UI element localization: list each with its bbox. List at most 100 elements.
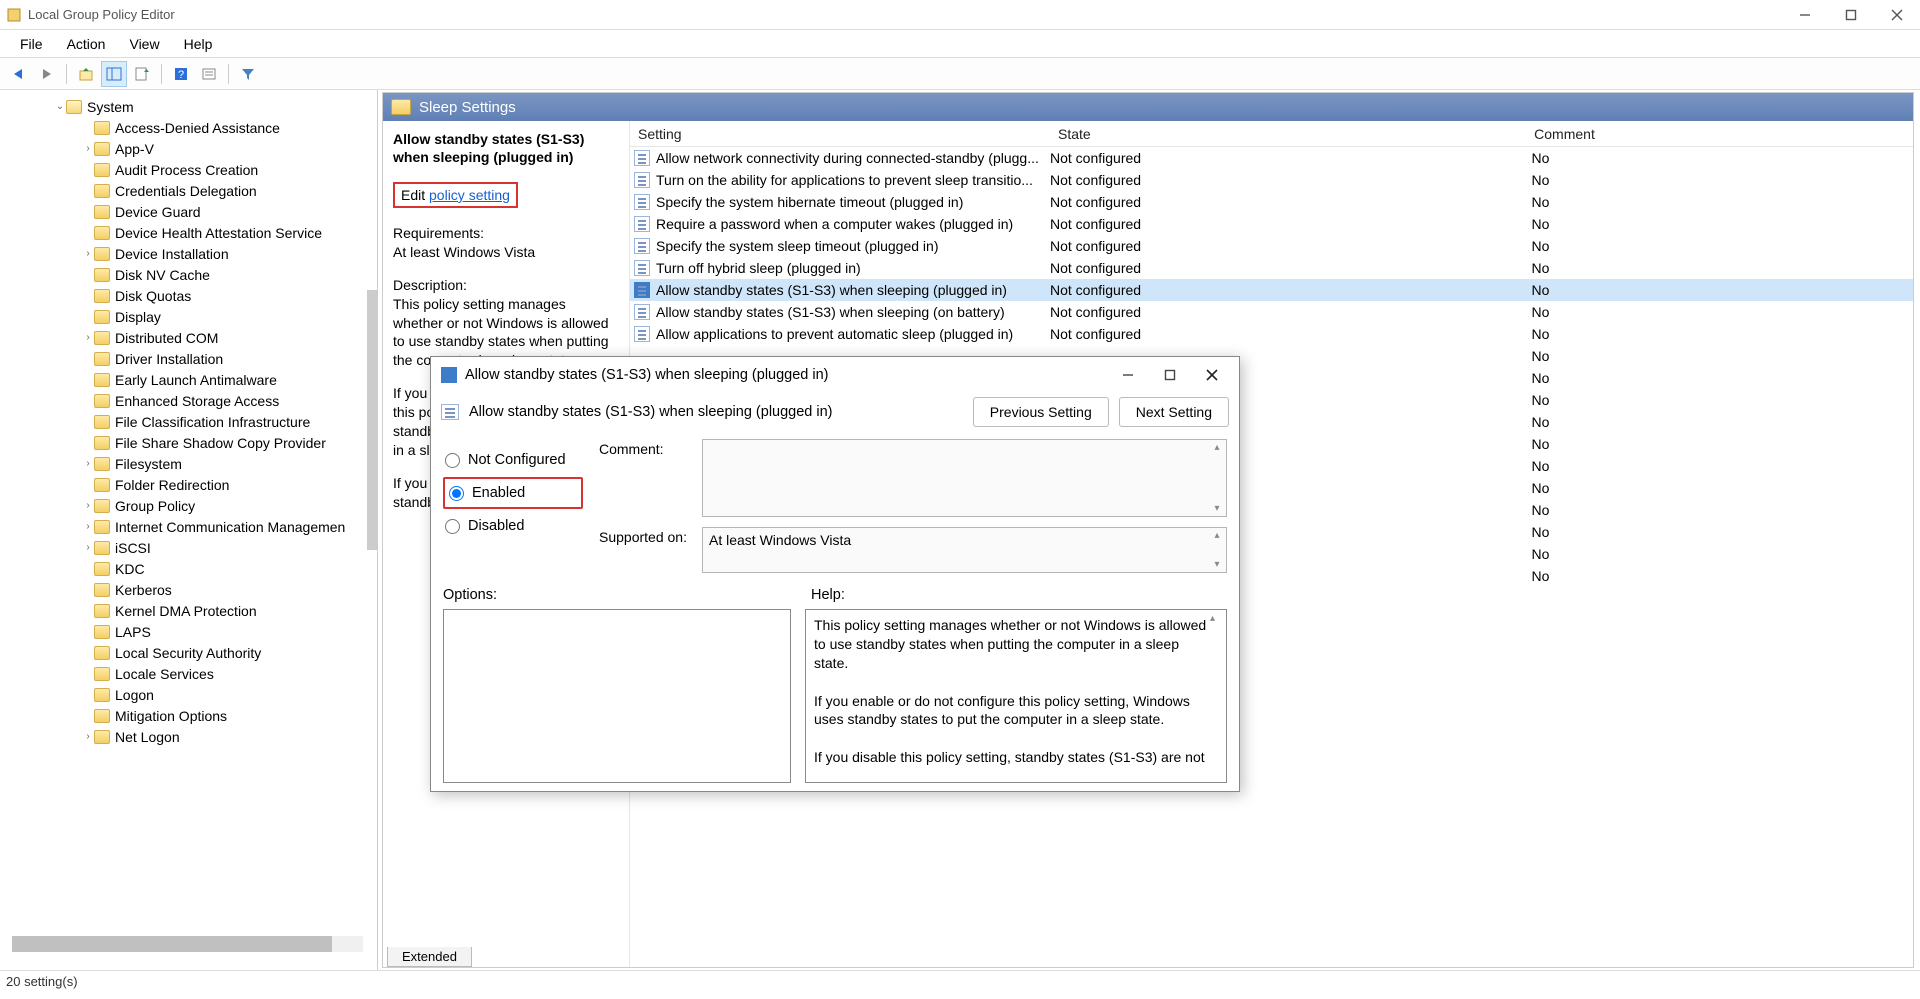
dialog-body: Not Configured Enabled Disabled Comment:	[431, 437, 1239, 791]
menu-help[interactable]: Help	[172, 32, 225, 56]
chevron-right-icon[interactable]: ›	[82, 248, 94, 259]
options-panel[interactable]	[443, 609, 791, 783]
chevron-right-icon[interactable]: ›	[82, 458, 94, 469]
tree-node[interactable]: Folder Redirection	[0, 474, 377, 495]
tree-node[interactable]: ›Net Logon	[0, 726, 377, 747]
tree-node[interactable]: Display	[0, 306, 377, 327]
tree-node[interactable]: Mitigation Options	[0, 705, 377, 726]
radio-disabled[interactable]: Disabled	[443, 511, 583, 541]
properties-button[interactable]	[196, 61, 222, 87]
tree-node[interactable]: File Classification Infrastructure	[0, 411, 377, 432]
maximize-button[interactable]	[1828, 0, 1874, 30]
tree-node[interactable]: ›Distributed COM	[0, 327, 377, 348]
tree-node[interactable]: Kerberos	[0, 579, 377, 600]
chevron-right-icon[interactable]: ›	[82, 332, 94, 343]
minimize-button[interactable]	[1782, 0, 1828, 30]
options-label: Options:	[443, 587, 791, 603]
scrollbar[interactable]: ▴▾	[1210, 530, 1224, 570]
close-button[interactable]	[1874, 0, 1920, 30]
tree-label: Disk Quotas	[115, 288, 191, 304]
tree-node[interactable]: File Share Shadow Copy Provider	[0, 432, 377, 453]
scrollbar-thumb[interactable]	[12, 936, 332, 952]
chevron-right-icon[interactable]: ›	[82, 500, 94, 511]
setting-row[interactable]: Specify the system hibernate timeout (pl…	[630, 191, 1913, 213]
up-button[interactable]	[73, 61, 99, 87]
col-state[interactable]: State	[1050, 126, 1208, 142]
tree-scroll[interactable]: ⌄ System Access-Denied Assistance›App-VA…	[0, 90, 377, 970]
setting-row[interactable]: Specify the system sleep timeout (plugge…	[630, 235, 1913, 257]
radio-not-configured-input[interactable]	[445, 453, 460, 468]
forward-button[interactable]	[34, 61, 60, 87]
tree-node[interactable]: Audit Process Creation	[0, 159, 377, 180]
radio-enabled-label: Enabled	[472, 485, 525, 501]
tree-node-system[interactable]: ⌄ System	[0, 96, 377, 117]
setting-row[interactable]: Turn off hybrid sleep (plugged in)Not co…	[630, 257, 1913, 279]
tree-node[interactable]: Enhanced Storage Access	[0, 390, 377, 411]
setting-row[interactable]: Require a password when a computer wakes…	[630, 213, 1913, 235]
tree-node[interactable]: Device Guard	[0, 201, 377, 222]
menu-file[interactable]: File	[8, 32, 55, 56]
toolbar: ?	[0, 58, 1920, 90]
toolbar-separator	[228, 64, 229, 84]
folder-icon	[94, 646, 110, 660]
previous-setting-button[interactable]: Previous Setting	[973, 397, 1109, 427]
cell-setting: Require a password when a computer wakes…	[656, 216, 1050, 232]
next-setting-button[interactable]: Next Setting	[1119, 397, 1229, 427]
filter-button[interactable]	[235, 61, 261, 87]
chevron-right-icon[interactable]: ›	[82, 542, 94, 553]
menu-action[interactable]: Action	[55, 32, 118, 56]
dialog-close-button[interactable]	[1191, 361, 1233, 389]
setting-row[interactable]: Allow applications to prevent automatic …	[630, 323, 1913, 345]
chevron-down-icon[interactable]: ⌄	[54, 101, 66, 112]
tree-node[interactable]: Kernel DMA Protection	[0, 600, 377, 621]
tree-node[interactable]: ›Filesystem	[0, 453, 377, 474]
setting-row[interactable]: Turn on the ability for applications to …	[630, 169, 1913, 191]
tree-node[interactable]: Credentials Delegation	[0, 180, 377, 201]
setting-row[interactable]: Allow standby states (S1-S3) when sleepi…	[630, 301, 1913, 323]
scrollbar[interactable]: ▴	[1210, 612, 1224, 626]
tree-node[interactable]: LAPS	[0, 621, 377, 642]
col-comment[interactable]: Comment	[1208, 126, 1913, 142]
comment-textarea[interactable]: ▴▾	[702, 439, 1227, 517]
tree-node[interactable]: Logon	[0, 684, 377, 705]
tree-node[interactable]: Access-Denied Assistance	[0, 117, 377, 138]
radio-enabled-input[interactable]	[449, 486, 464, 501]
menu-view[interactable]: View	[117, 32, 171, 56]
tab-extended[interactable]: Extended	[387, 947, 472, 967]
tree-hscrollbar[interactable]	[12, 936, 363, 952]
folder-icon	[94, 520, 110, 534]
chevron-right-icon[interactable]: ›	[82, 143, 94, 154]
col-setting[interactable]: Setting	[630, 126, 1050, 142]
tree-node[interactable]: Device Health Attestation Service	[0, 222, 377, 243]
edit-policy-link[interactable]: policy setting	[429, 187, 510, 203]
dialog-maximize-button[interactable]	[1149, 361, 1191, 389]
tree-node[interactable]: ›iSCSI	[0, 537, 377, 558]
tree-node[interactable]: ›Group Policy	[0, 495, 377, 516]
scrollbar[interactable]: ▴▾	[1210, 442, 1224, 514]
chevron-right-icon[interactable]: ›	[82, 521, 94, 532]
tree-node[interactable]: ›Internet Communication Managemen	[0, 516, 377, 537]
tree-node[interactable]: KDC	[0, 558, 377, 579]
help-panel[interactable]: This policy setting manages whether or n…	[805, 609, 1227, 783]
radio-disabled-input[interactable]	[445, 519, 460, 534]
setting-row[interactable]: Allow standby states (S1-S3) when sleepi…	[630, 279, 1913, 301]
radio-not-configured[interactable]: Not Configured	[443, 445, 583, 475]
chevron-right-icon[interactable]: ›	[82, 731, 94, 742]
splitter[interactable]	[367, 290, 377, 550]
tree-toggle-button[interactable]	[101, 61, 127, 87]
dialog-minimize-button[interactable]	[1107, 361, 1149, 389]
tree-node[interactable]: ›Device Installation	[0, 243, 377, 264]
radio-enabled[interactable]: Enabled	[447, 481, 575, 505]
setting-row[interactable]: Allow network connectivity during connec…	[630, 147, 1913, 169]
tree-node[interactable]: Early Launch Antimalware	[0, 369, 377, 390]
export-button[interactable]	[129, 61, 155, 87]
tree-node[interactable]: Disk NV Cache	[0, 264, 377, 285]
tree-node[interactable]: Disk Quotas	[0, 285, 377, 306]
tree-node[interactable]: Locale Services	[0, 663, 377, 684]
tree-node[interactable]: ›App-V	[0, 138, 377, 159]
help-button[interactable]: ?	[168, 61, 194, 87]
tree-node[interactable]: Local Security Authority	[0, 642, 377, 663]
tree-node[interactable]: Driver Installation	[0, 348, 377, 369]
back-button[interactable]	[6, 61, 32, 87]
dialog-titlebar[interactable]: Allow standby states (S1-S3) when sleepi…	[431, 357, 1239, 393]
